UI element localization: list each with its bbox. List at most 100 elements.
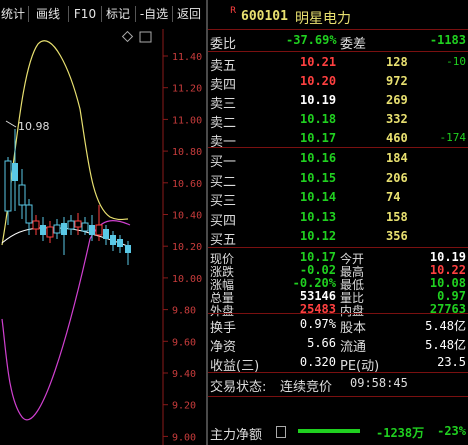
y-axis-tick-label: 10.20 [172, 242, 202, 253]
chart-options-icon[interactable] [121, 30, 134, 43]
bid-volume: 158 [386, 209, 408, 224]
fundamental-value: 5.48亿 [425, 319, 466, 333]
fundamental-value: 5.48亿 [425, 338, 466, 352]
stock-name: 明星电力 [295, 11, 351, 27]
ask-price: 10.17 [300, 131, 337, 145]
header-divider [208, 29, 468, 30]
commission-diff-label: 委差 [340, 37, 367, 52]
fundamental-value: 0.320 [299, 355, 336, 369]
trade-status-row: 交易状态: 连续竞价 09:58:45 [208, 374, 468, 395]
bid-price: 10.16 [300, 151, 337, 165]
bid-volume: 356 [386, 229, 408, 243]
stat-row[interactable]: 外盘 25483 内盘 27763 [208, 300, 468, 318]
commission-diff-value: -1183 [429, 33, 466, 47]
trade-status-label: 交易状态: [210, 380, 267, 395]
commission-row: 委比 -37.69% 委差 -1183 [208, 31, 468, 52]
mark-button[interactable]: 标记 [104, 4, 132, 24]
ask-row[interactable]: 卖四 10.20 972 [208, 72, 468, 93]
back-button[interactable]: 返回 [174, 4, 204, 24]
net-flow-label: 主力净额 [210, 428, 263, 443]
bid-volume: 184 [386, 151, 408, 165]
net-flow-toggle-icon[interactable] [276, 426, 286, 438]
ask-volume: 460 [386, 131, 408, 145]
stats-divider [208, 313, 468, 314]
ask-volume: 269 [386, 93, 408, 107]
kline-chart[interactable]: 11.40 11.20 11.00 10.80 10.60 10.40 10.20 10.00… [0, 29, 206, 445]
stock-code: 600101 [241, 9, 288, 24]
stat-row[interactable]: 现价 10.17 今开 10.19 [208, 248, 468, 266]
bid-row[interactable]: 买五 10.12 356 [208, 227, 468, 248]
bid-level-label: 买一 [210, 155, 237, 170]
ask-price: 10.19 [300, 93, 337, 107]
toolbar-separator [172, 6, 173, 22]
y-axis-tick-label: 10.80 [172, 147, 202, 158]
fundamental-row[interactable]: 收益(三) 0.320 PE(动) 23.5 [208, 353, 468, 374]
y-axis-tick-label: 9.80 [172, 306, 196, 317]
ask-volume: 128 [386, 55, 408, 69]
net-flow-row[interactable]: 主力净额 -1238万 -23% [208, 422, 468, 443]
bid-row[interactable]: 买三 10.14 74 [208, 188, 468, 209]
ask-row[interactable]: 卖二 10.18 332 [208, 110, 468, 131]
stat-row[interactable]: 涨跌 -0.02 最高 10.22 [208, 261, 468, 279]
bid-row[interactable]: 买一 10.16 184 [208, 149, 468, 170]
ask-bid-divider [208, 147, 468, 148]
bid-volume: 74 [386, 190, 401, 204]
trade-status-value: 连续竞价 [280, 380, 333, 395]
y-axis-tick-label: 10.00 [172, 274, 202, 285]
commission-ratio-value: -37.69% [286, 33, 337, 47]
bid-volume: 206 [386, 170, 408, 185]
status-divider [208, 396, 468, 397]
toolbar-separator [68, 6, 69, 22]
fundamental-row[interactable]: 净资 5.66 流通 5.48亿 [208, 334, 468, 355]
margin-badge: R [230, 6, 237, 16]
bid-price: 10.14 [300, 190, 337, 204]
ask-row[interactable]: 卖一 10.17 460 -174 [208, 129, 468, 150]
fundamental-row[interactable]: 换手 0.97% 股本 5.48亿 [208, 315, 468, 336]
y-axis-tick-label: 11.00 [172, 115, 202, 126]
trade-status-time: 09:58:45 [350, 376, 408, 390]
candles [4, 129, 131, 265]
f10-button[interactable]: F10 [71, 4, 99, 24]
y-axis-tick-label: 11.20 [172, 84, 202, 95]
net-flow-bar [298, 429, 360, 433]
statistics-button[interactable]: 统计 [0, 4, 26, 24]
ask-volume: 332 [386, 112, 408, 126]
ask-volume: 972 [386, 74, 408, 88]
y-axis-tick-label: 9.40 [172, 369, 196, 380]
net-flow-pct: -23% [437, 424, 466, 438]
stat-row[interactable]: 涨幅 -0.20% 最低 10.08 [208, 274, 468, 292]
remove-watchlist-button[interactable]: -自选 [137, 4, 171, 24]
y-axis-tick-label: 9.20 [172, 401, 196, 412]
fund-divider [208, 372, 468, 373]
quote-panel: R 600101 明星电力 委比 -37.69% 委差 -1183 卖五 10.2… [208, 0, 468, 445]
ask-change: -10 [446, 55, 466, 68]
draw-line-button[interactable]: 画线 [32, 4, 64, 24]
ask-row[interactable]: 卖五 10.21 128 -10 [208, 53, 468, 74]
chart-window-icon[interactable] [139, 31, 152, 43]
fundamental-value: 5.66 [307, 336, 336, 350]
bid-level-label: 买三 [210, 194, 237, 209]
bid-level-label: 买五 [210, 233, 237, 248]
ask-price: 10.20 [300, 74, 337, 88]
max-price-pointer [5, 120, 17, 128]
bid-price: 10.13 [300, 209, 337, 224]
stock-header: R 600101 明星电力 [208, 6, 468, 28]
toolbar-separator [135, 6, 136, 22]
y-axis-tick-label: 11.40 [172, 52, 202, 63]
max-price-label: 10.98 [18, 120, 50, 133]
fundamental-value: 0.97% [299, 317, 336, 331]
y-axis-tick-label: 10.40 [172, 211, 202, 222]
commission-divider [208, 51, 468, 52]
toolbar-separator [101, 6, 102, 22]
stat-row[interactable]: 总量 53146 量比 0.97 [208, 287, 468, 305]
ask-change: -174 [439, 131, 467, 144]
net-flow-value: -1238万 [376, 426, 425, 440]
commission-ratio-label: 委比 [210, 37, 237, 52]
bid-row[interactable]: 买二 10.15 206 [208, 169, 468, 190]
bid-row[interactable]: 买四 10.13 158 [208, 208, 468, 229]
bid-level-label: 买二 [210, 174, 237, 190]
ask-row[interactable]: 卖三 10.19 269 [208, 91, 468, 112]
y-axis-tick-label: 10.60 [172, 179, 202, 190]
kline-chart-svg[interactable]: 11.40 11.20 11.00 10.80 10.60 10.40 10.20 10.00… [0, 29, 206, 445]
chart-toolbar: 统计 画线 F10 标记 -自选 返回 [0, 0, 208, 29]
